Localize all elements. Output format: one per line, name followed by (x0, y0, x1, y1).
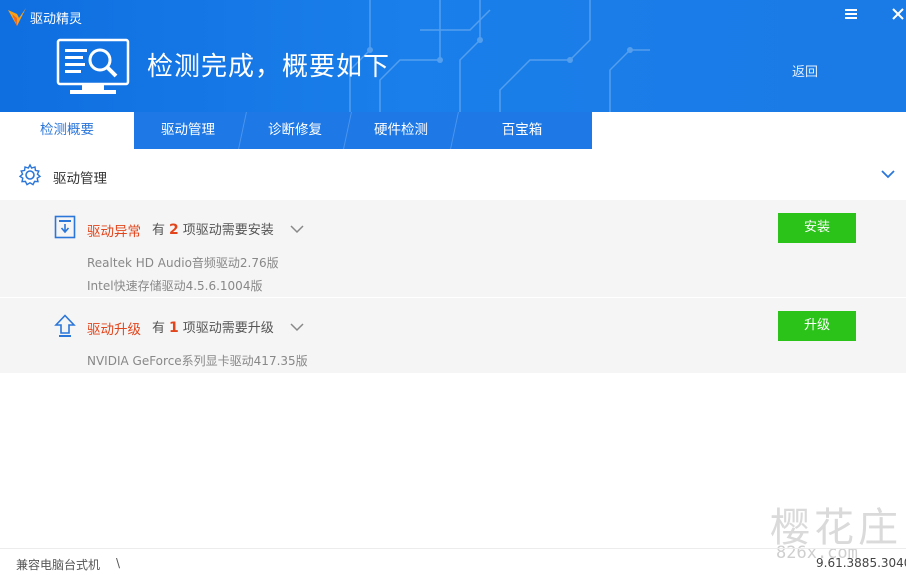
upgrade-arrow-icon (54, 314, 76, 337)
tab-diagnose-repair[interactable]: 诊断修复 (243, 112, 347, 149)
gear-icon (18, 163, 42, 186)
tab-overview[interactable]: 检测概要 (0, 112, 134, 149)
driver-issue-title: 驱动异常 (87, 224, 141, 240)
summary-prefix: 有 (152, 321, 166, 336)
upgrade-button[interactable]: 升级 (778, 311, 856, 341)
driver-upgrade-group: 驱动升级 有 1 项驱动需要升级 升级 NVIDIA GeForce系列显卡驱动41… (0, 298, 906, 373)
pc-type-label[interactable]: 兼容电脑台式机 (16, 556, 100, 573)
chevron-down-icon[interactable] (880, 168, 896, 180)
install-button[interactable]: 安装 (778, 213, 856, 243)
back-button[interactable]: 返回 (792, 61, 818, 80)
version-label: 9.61.3885.3040 (816, 556, 906, 570)
driver-section-header[interactable]: 驱动管理 (0, 149, 906, 200)
tab-bar: 检测概要 驱动管理 诊断修复 硬件检测 百宝箱 (0, 112, 906, 149)
scan-result-headline: 检测完成，概要如下 (147, 52, 391, 82)
tab-toolbox[interactable]: 百宝箱 (455, 112, 589, 149)
driver-upgrade-summary: 有 1 项驱动需要升级 (152, 317, 274, 336)
header-banner: 驱动精灵 检测完成，概要如下 返回 (0, 0, 906, 112)
chevron-down-icon[interactable] (290, 224, 304, 234)
summary-suffix: 项驱动需要升级 (182, 321, 274, 336)
issue-count: 2 (169, 222, 179, 238)
driver-item: Realtek HD Audio音频驱动2.76版 (87, 256, 279, 270)
tab-hardware-check[interactable]: 硬件检测 (348, 112, 454, 149)
driver-item: Intel快速存储驱动4.5.6.1004版 (87, 279, 263, 293)
section-title: 驱动管理 (53, 171, 107, 187)
chevron-down-icon[interactable] (290, 322, 304, 332)
app-title: 驱动精灵 (30, 12, 83, 27)
upgrade-count: 1 (169, 320, 179, 336)
tab-driver-management[interactable]: 驱动管理 (134, 112, 242, 149)
footer-divider (0, 548, 906, 549)
download-box-icon (54, 215, 76, 239)
footer-separator: \ (116, 556, 121, 570)
summary-suffix: 项驱动需要安装 (182, 223, 274, 238)
driver-issue-group: 驱动异常 有 2 项驱动需要安装 安装 Realtek HD Audio音频驱动2.… (0, 200, 906, 297)
driver-item: NVIDIA GeForce系列显卡驱动417.35版 (87, 354, 308, 368)
menu-icon[interactable] (843, 6, 859, 22)
app-logo-icon (8, 8, 26, 26)
close-icon[interactable] (891, 6, 905, 22)
summary-prefix: 有 (152, 223, 166, 238)
monitor-scan-icon (56, 38, 130, 94)
driver-upgrade-title: 驱动升级 (87, 322, 141, 338)
driver-issue-summary: 有 2 项驱动需要安装 (152, 219, 274, 238)
